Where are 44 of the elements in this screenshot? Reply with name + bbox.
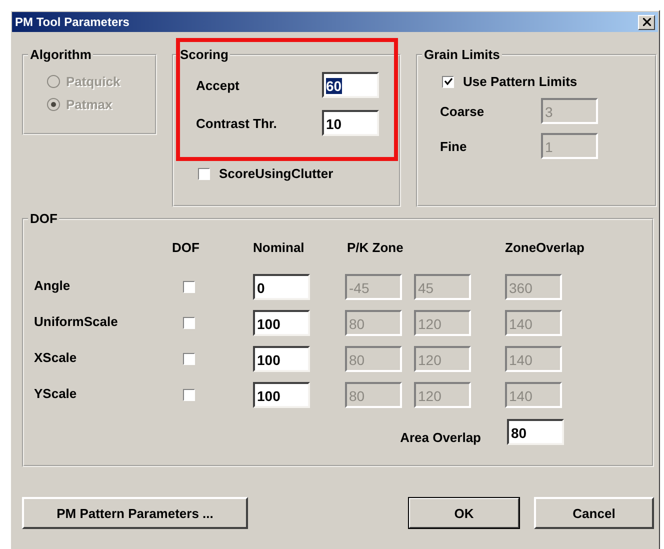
input-field[interactable]: 140 — [505, 310, 562, 336]
input-field[interactable]: -45 — [345, 274, 402, 300]
field-label: Contrast Thr. — [196, 116, 277, 130]
column-header: Nominal — [253, 240, 304, 256]
field-label: Area Overlap — [400, 430, 481, 445]
input-field[interactable]: 80 — [345, 310, 402, 336]
group-title: Algorithm — [29, 47, 92, 62]
radio-label: Patquick — [66, 74, 120, 89]
input-field[interactable]: 100 — [253, 382, 310, 408]
window-title: PM Tool Parameters — [15, 15, 130, 29]
input-field[interactable]: 140 — [505, 382, 562, 408]
field-label: Fine — [440, 138, 467, 154]
input-field[interactable]: 360 — [505, 274, 562, 300]
input-field[interactable]: 100 — [253, 346, 310, 372]
field-label: Coarse — [440, 104, 484, 118]
group-title: Grain Limits — [423, 47, 501, 62]
dialog-button[interactable]: PM Pattern Parameters ... — [22, 497, 248, 529]
row-label: YScale — [34, 386, 77, 400]
input-field[interactable]: 45 — [414, 274, 471, 300]
column-header: DOF — [172, 240, 200, 256]
input-field[interactable]: 140 — [505, 346, 562, 372]
checkbox-label: Use Pattern Limits — [463, 74, 578, 89]
group-title: Scoring — [179, 47, 230, 62]
column-header: P/K Zone — [347, 240, 404, 256]
radio-label: Patmax — [66, 97, 112, 112]
row-label: UniformScale — [34, 314, 118, 328]
input-field[interactable]: 10 — [322, 110, 379, 136]
row-label: Angle — [34, 278, 70, 292]
input-field[interactable]: 80 — [345, 382, 402, 408]
input-field[interactable]: 120 — [414, 382, 471, 408]
input-field[interactable]: 120 — [414, 310, 471, 336]
group-title: DOF — [29, 211, 58, 226]
dialog-button[interactable]: Cancel — [534, 497, 654, 529]
field-label: Accept — [196, 78, 240, 92]
input-field[interactable]: 120 — [414, 346, 471, 372]
input-field[interactable]: 60 — [322, 72, 379, 98]
input-field[interactable]: 100 — [253, 310, 310, 336]
checkbox-label: ScoreUsingClutter — [219, 166, 334, 181]
column-header: ZoneOverlap — [505, 240, 584, 256]
input-field[interactable]: 0 — [253, 274, 310, 300]
input-field[interactable]: 80 — [345, 346, 402, 372]
input-field[interactable]: 80 — [507, 418, 564, 444]
dialog-button[interactable]: OK — [408, 497, 520, 529]
row-label: XScale — [34, 350, 77, 364]
